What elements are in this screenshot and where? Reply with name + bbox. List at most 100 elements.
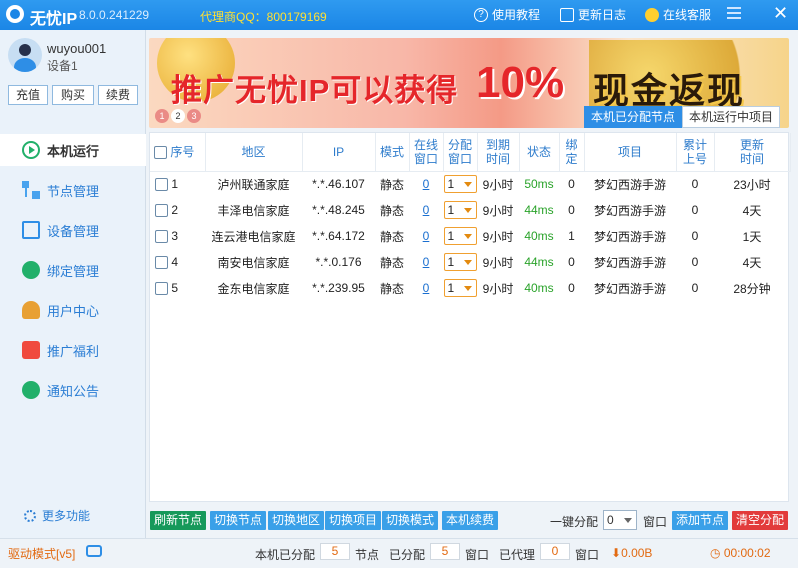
switch-node-button[interactable]: 切换节点 [210,511,267,530]
row-no: 1 [171,177,179,192]
switch-region-button[interactable]: 切换地区 [268,511,325,530]
expire-cell: 9小时 [482,281,514,296]
row-checkbox[interactable] [155,178,168,192]
proxied-label: 已代理 [499,548,536,562]
region-cell: 丰泽电信家庭 [217,203,290,218]
drive-mode[interactable]: 驱动模式[v5] [8,545,75,562]
col-header-expire[interactable]: 到期 时间 [477,133,520,172]
col-header-online[interactable]: 在线 窗口 [409,133,444,172]
menu-icon[interactable] [727,7,741,9]
row-checkbox[interactable] [155,256,168,270]
nav-item-bind-manage[interactable]: 绑定管理 [0,254,146,286]
row-checkbox[interactable] [155,282,168,296]
region-cell: 金东电信家庭 [217,281,290,296]
close-icon[interactable]: ✕ [773,3,788,24]
updated-cell: 23小时 [733,177,771,192]
recharge-button[interactable]: 充值 [8,85,48,105]
username: wuyou001 [47,41,107,56]
online-window-link[interactable]: 0 [423,229,430,243]
mode-cell: 静态 [379,177,404,192]
tab-running-projects[interactable]: 本机运行中项目 [682,106,781,128]
nav-label: 用户中心 [47,303,100,319]
table-row[interactable]: 3 连云港电信家庭 *.*.64.172 静态 0 1 9小时 40ms 1 梦幻西游手游 0 1天 [150,223,790,249]
bind-cell: 0 [568,281,575,295]
col-header-ip[interactable]: IP [302,133,376,172]
table-header: 序号 地区 IP 模式 在线 窗口 分配 窗口 到期 时间 状态 绑 定 项目 … [150,133,791,172]
table-row[interactable]: 2 丰泽电信家庭 *.*.48.245 静态 0 1 9小时 44ms 0 梦幻西游手游 0 4天 [150,197,790,223]
col-header-mode[interactable]: 模式 [375,133,410,172]
row-checkbox[interactable] [155,230,168,244]
banner-page-dot[interactable]: 1 [155,109,169,123]
alloc-window-select[interactable]: 1 [443,227,477,245]
row-no-cell: 4 [150,249,205,275]
col-header-region[interactable]: 地区 [205,133,303,172]
alloc-window-select[interactable]: 1 [443,253,477,271]
online-service-link[interactable]: 在线客服 [645,6,711,23]
online-window-link[interactable]: 0 [423,177,430,191]
online-window-link[interactable]: 0 [423,281,430,295]
bind-cell: 1 [568,229,575,243]
changelog-label: 更新日志 [578,8,627,22]
headset-icon [645,7,659,22]
online-window-link[interactable]: 0 [423,255,430,269]
renew-local-button[interactable]: 本机续费 [442,511,499,530]
banner-page-dot[interactable]: 2 [171,109,185,123]
add-node-button[interactable]: 添加节点 [672,511,729,530]
window-label: 窗口 [643,515,668,529]
expire-cell: 9小时 [482,177,514,192]
user-icon [22,301,40,319]
alloc-window-select[interactable]: 1 [443,201,477,219]
renew-button[interactable]: 续费 [98,85,138,105]
expire-cell: 9小时 [482,203,514,218]
bell-icon [22,381,40,399]
updated-cell: 4天 [742,203,762,218]
col-header-no[interactable]: 序号 [150,133,206,172]
nav-item-local-run[interactable]: 本机运行 [0,134,146,166]
col-header-total[interactable]: 累计 上号 [676,133,715,172]
col-header-status[interactable]: 状态 [519,133,560,172]
online-cell: 0 [409,171,443,197]
onekey-alloc-select[interactable]: 0 [603,510,637,530]
select-all-checkbox[interactable] [154,145,167,159]
online-cell: 0 [409,275,443,301]
project-cell: 梦幻西游手游 [593,255,666,270]
tab-allocated-nodes[interactable]: 本机已分配节点 [584,106,683,128]
nav-label: 推广福利 [47,343,100,359]
tutorial-link[interactable]: ? 使用教程 [474,6,540,23]
clear-alloc-button[interactable]: 清空分配 [732,511,789,530]
switch-project-button[interactable]: 切换项目 [325,511,382,530]
expire-cell: 9小时 [482,255,514,270]
nav-label: 节点管理 [47,183,100,199]
assigned-value: 5 [430,543,460,560]
row-no-cell: 3 [150,223,205,249]
col-header-bind[interactable]: 绑 定 [559,133,585,172]
gear-icon [24,509,36,522]
nav-item-user-center[interactable]: 用户中心 [0,294,146,326]
table-row[interactable]: 4 南安电信家庭 *.*.0.176 静态 0 1 9小时 44ms 0 梦幻西游手游 0 4天 [150,249,790,275]
banner-page-dot[interactable]: 3 [187,109,201,123]
nav-item-device-manage[interactable]: 设备管理 [0,214,146,246]
total-cell: 0 [691,177,699,192]
buy-button[interactable]: 购买 [52,85,94,105]
col-header-alloc[interactable]: 分配 窗口 [443,133,478,172]
document-icon [560,7,574,22]
table-row[interactable]: 1 泸州联通家庭 *.*.46.107 静态 0 1 9小时 50ms 0 梦幻西游手游 0 23小时 [150,171,790,197]
nav-item-promotion[interactable]: 推广福利 [0,334,146,366]
switch-mode-button[interactable]: 切换模式 [382,511,439,530]
online-window-link[interactable]: 0 [423,203,430,217]
alloc-window-select[interactable]: 1 [443,175,477,194]
more-features-link[interactable]: 更多功能 [24,507,90,524]
alloc-window-select[interactable]: 1 [443,279,477,297]
ip-cell: *.*.239.95 [312,281,365,295]
col-header-project[interactable]: 项目 [584,133,677,172]
table-row[interactable]: 5 金东电信家庭 *.*.239.95 静态 0 1 9小时 40ms 0 梦幻西游手游 0 28分钟 [150,275,790,301]
refresh-nodes-button[interactable]: 刷新节点 [150,511,207,530]
nav-item-notice[interactable]: 通知公告 [0,374,146,406]
total-cell: 0 [691,255,699,269]
row-checkbox[interactable] [155,204,168,218]
switch-icon[interactable] [86,545,102,557]
changelog-link[interactable]: 更新日志 [560,6,626,23]
avatar[interactable] [8,38,42,72]
nav-item-node-manage[interactable]: 节点管理 [0,174,146,206]
col-header-updated[interactable]: 更新 时间 [714,133,791,172]
